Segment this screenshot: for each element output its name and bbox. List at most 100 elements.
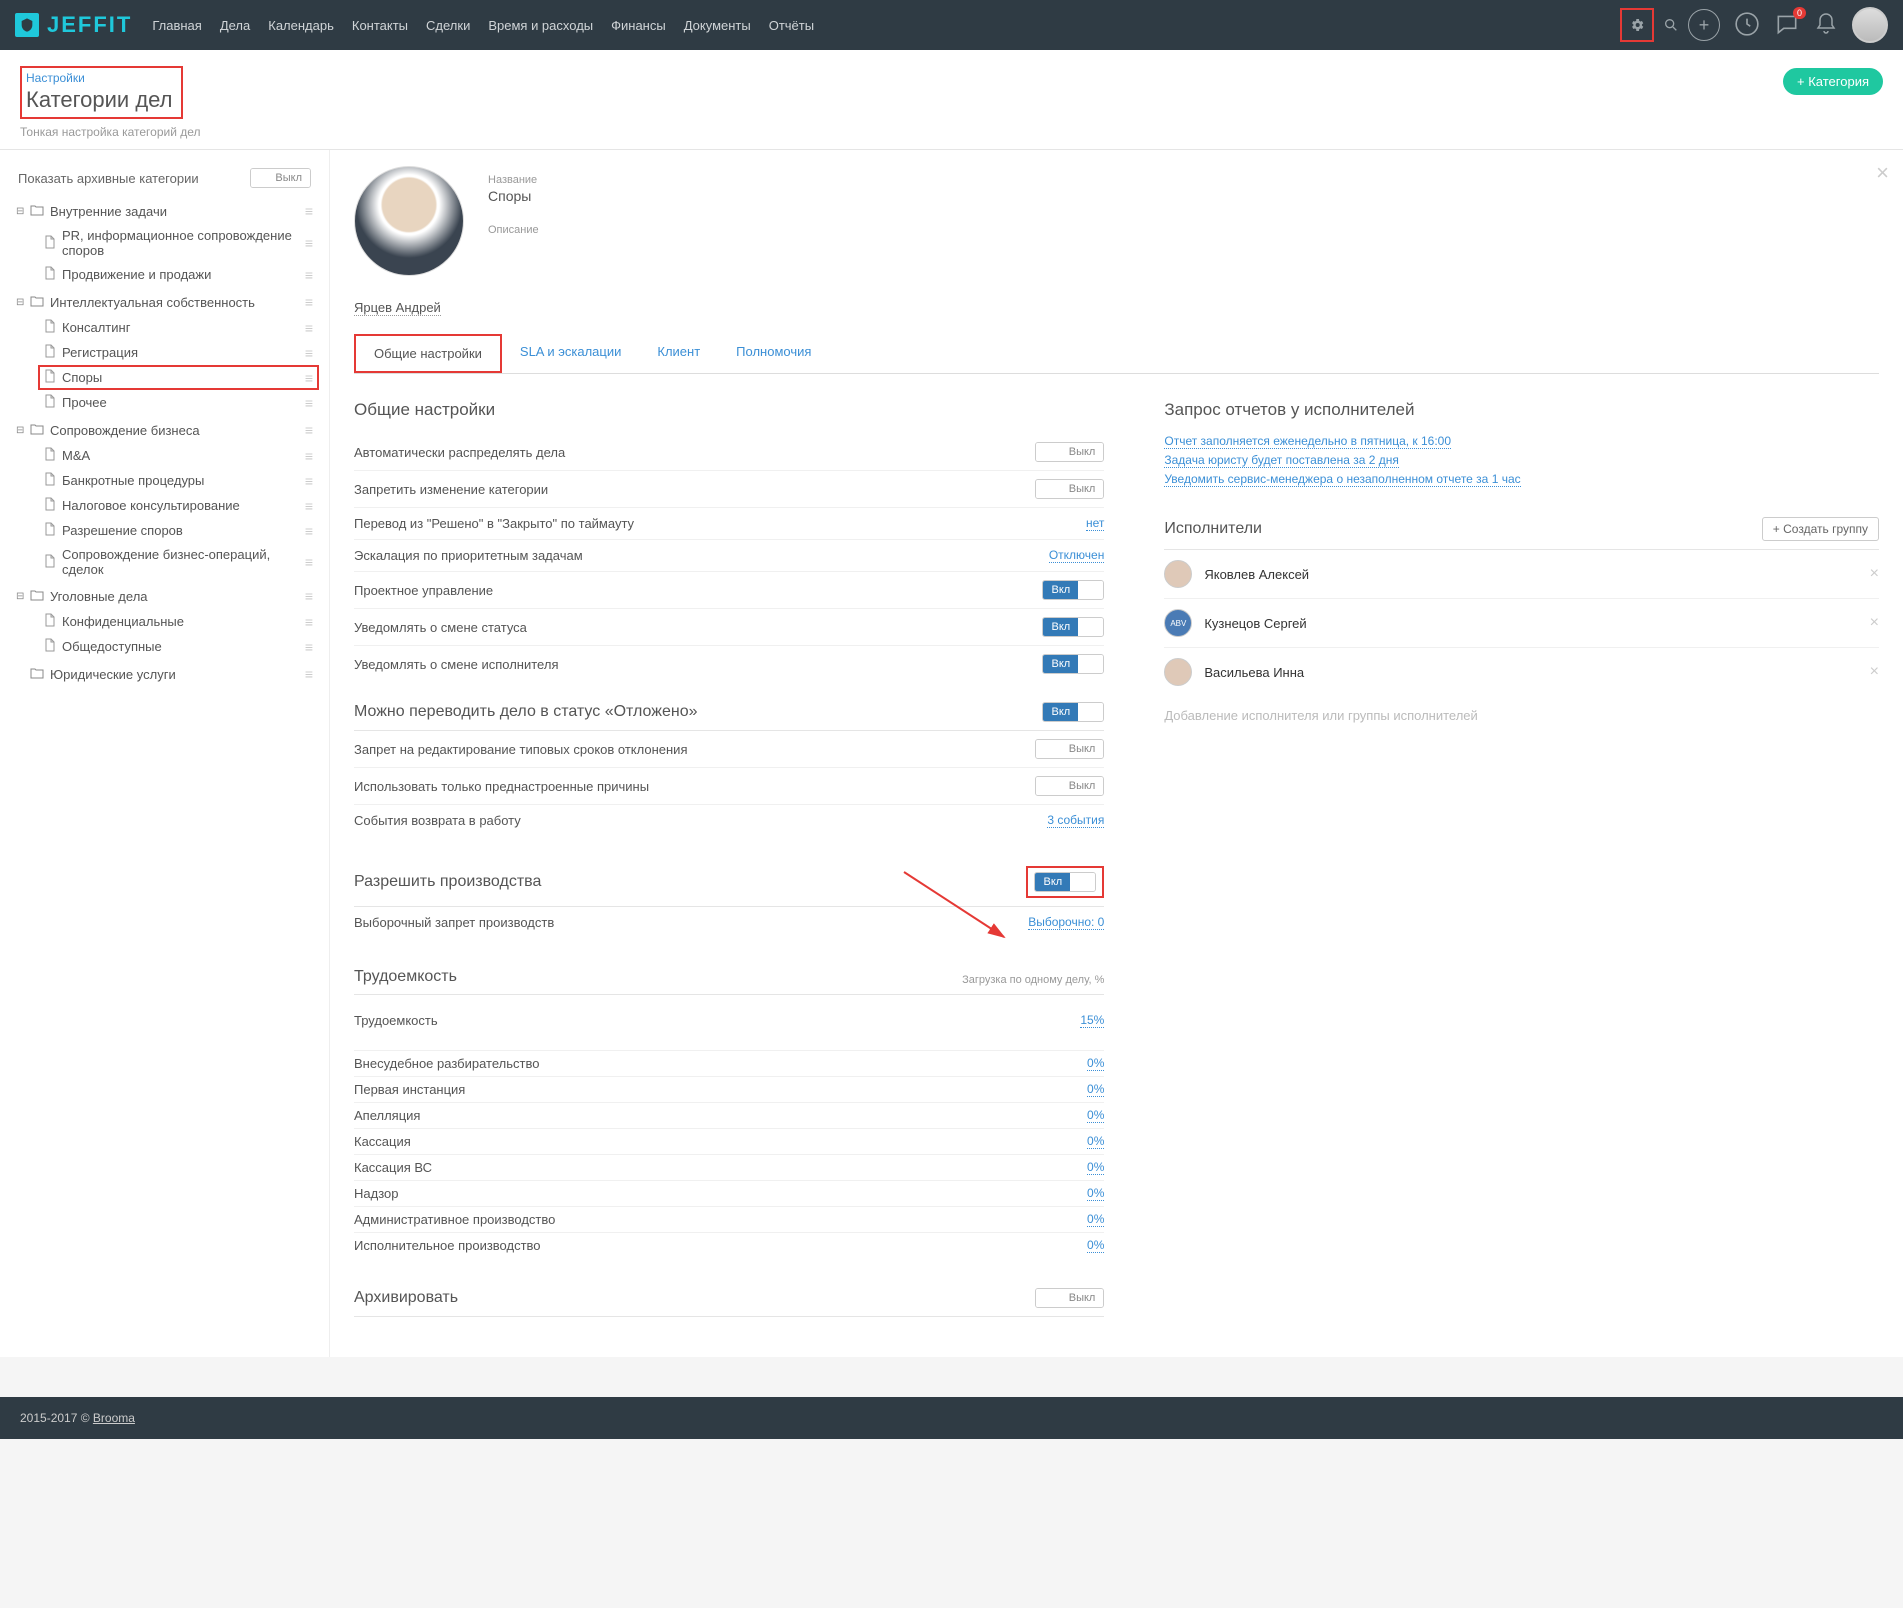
executor-add-placeholder[interactable]: Добавление исполнителя или группы исполн… bbox=[1164, 696, 1879, 735]
drag-icon[interactable]: ≡ bbox=[305, 294, 313, 310]
setting-link[interactable]: 0% bbox=[1087, 1212, 1104, 1227]
setting-link[interactable]: 0% bbox=[1087, 1186, 1104, 1201]
drag-icon[interactable]: ≡ bbox=[305, 448, 313, 464]
category-avatar[interactable] bbox=[354, 166, 464, 276]
drag-icon[interactable]: ≡ bbox=[305, 320, 313, 336]
drag-icon[interactable]: ≡ bbox=[305, 370, 313, 386]
name-value[interactable]: Споры bbox=[488, 188, 1879, 204]
nav-Финансы[interactable]: Финансы bbox=[611, 18, 666, 33]
nav-Главная[interactable]: Главная bbox=[152, 18, 201, 33]
tree-group[interactable]: ⊟Внутренние задачи≡ bbox=[10, 198, 319, 224]
setting-toggle[interactable]: Вкл bbox=[1042, 617, 1104, 637]
setting-link[interactable]: Выборочно: 0 bbox=[1028, 915, 1104, 930]
tab[interactable]: Полномочия bbox=[718, 334, 829, 373]
report-link[interactable]: Задача юристу будет поставлена за 2 дня bbox=[1164, 453, 1399, 468]
tab[interactable]: SLA и эскалации bbox=[502, 334, 639, 373]
executor-avatar[interactable] bbox=[1164, 658, 1192, 686]
executor-avatar[interactable] bbox=[1164, 560, 1192, 588]
setting-link[interactable]: 0% bbox=[1087, 1134, 1104, 1149]
nav-Время и расходы[interactable]: Время и расходы bbox=[488, 18, 593, 33]
footer-brand[interactable]: Brooma bbox=[93, 1411, 135, 1425]
drag-icon[interactable]: ≡ bbox=[305, 235, 313, 251]
search-icon[interactable] bbox=[1654, 8, 1688, 42]
postpone-toggle[interactable]: Вкл bbox=[1042, 702, 1104, 722]
remove-icon[interactable]: × bbox=[1870, 565, 1879, 583]
breadcrumb-link[interactable]: Настройки bbox=[26, 71, 85, 85]
tree-item[interactable]: Банкротные процедуры≡ bbox=[38, 468, 319, 493]
nav-Контакты[interactable]: Контакты bbox=[352, 18, 408, 33]
setting-link[interactable]: 0% bbox=[1087, 1056, 1104, 1071]
add-category-button[interactable]: + Категория bbox=[1783, 68, 1883, 95]
logo[interactable]: JEFFIT bbox=[15, 12, 132, 38]
allow-prod-toggle[interactable]: Вкл bbox=[1034, 872, 1096, 892]
setting-link[interactable]: 15% bbox=[1080, 1013, 1104, 1028]
nav-Сделки[interactable]: Сделки bbox=[426, 18, 470, 33]
setting-toggle[interactable]: Выкл bbox=[1035, 479, 1105, 499]
tree-group[interactable]: ⊟Уголовные дела≡ bbox=[10, 583, 319, 609]
bell-icon[interactable] bbox=[1814, 12, 1838, 39]
setting-link[interactable]: 0% bbox=[1087, 1082, 1104, 1097]
drag-icon[interactable]: ≡ bbox=[305, 666, 313, 682]
drag-icon[interactable]: ≡ bbox=[305, 473, 313, 489]
user-avatar[interactable] bbox=[1852, 7, 1888, 43]
tree-item[interactable]: PR, информационное сопровождение споров≡ bbox=[38, 224, 319, 262]
tree-item[interactable]: Прочее≡ bbox=[38, 390, 319, 415]
doc-icon bbox=[44, 344, 56, 361]
tree-item[interactable]: Регистрация≡ bbox=[38, 340, 319, 365]
drag-icon[interactable]: ≡ bbox=[305, 498, 313, 514]
drag-icon[interactable]: ≡ bbox=[305, 523, 313, 539]
nav-Отчёты[interactable]: Отчёты bbox=[769, 18, 814, 33]
drag-icon[interactable]: ≡ bbox=[305, 639, 313, 655]
remove-icon[interactable]: × bbox=[1870, 614, 1879, 632]
settings-icon[interactable] bbox=[1620, 8, 1654, 42]
tree-group[interactable]: Юридические услуги≡ bbox=[10, 661, 319, 687]
close-icon[interactable]: × bbox=[1876, 160, 1889, 186]
owner-name[interactable]: Ярцев Андрей bbox=[354, 300, 441, 316]
setting-link[interactable]: 3 события bbox=[1047, 813, 1104, 828]
add-icon[interactable]: + bbox=[1688, 9, 1720, 41]
nav-Дела[interactable]: Дела bbox=[220, 18, 250, 33]
tab[interactable]: Общие настройки bbox=[356, 336, 500, 371]
drag-icon[interactable]: ≡ bbox=[305, 203, 313, 219]
remove-icon[interactable]: × bbox=[1870, 663, 1879, 681]
tree-item[interactable]: M&A≡ bbox=[38, 443, 319, 468]
drag-icon[interactable]: ≡ bbox=[305, 554, 313, 570]
tree-item[interactable]: Споры≡ bbox=[38, 365, 319, 390]
setting-toggle[interactable]: Вкл bbox=[1042, 580, 1104, 600]
tree-group[interactable]: ⊟Интеллектуальная собственность≡ bbox=[10, 289, 319, 315]
tree-item[interactable]: Налоговое консультирование≡ bbox=[38, 493, 319, 518]
setting-link[interactable]: 0% bbox=[1087, 1238, 1104, 1253]
setting-toggle[interactable]: Вкл bbox=[1042, 654, 1104, 674]
setting-toggle[interactable]: Выкл bbox=[1035, 776, 1105, 796]
drag-icon[interactable]: ≡ bbox=[305, 588, 313, 604]
tree-item[interactable]: Разрешение споров≡ bbox=[38, 518, 319, 543]
tree-group[interactable]: ⊟Сопровождение бизнеса≡ bbox=[10, 417, 319, 443]
tree-item[interactable]: Сопровождение бизнес-операций, сделок≡ bbox=[38, 543, 319, 581]
report-link[interactable]: Отчет заполняется еженедельно в пятница,… bbox=[1164, 434, 1451, 449]
drag-icon[interactable]: ≡ bbox=[305, 395, 313, 411]
nav-Календарь[interactable]: Календарь bbox=[268, 18, 334, 33]
setting-link[interactable]: 0% bbox=[1087, 1108, 1104, 1123]
drag-icon[interactable]: ≡ bbox=[305, 267, 313, 283]
chat-icon[interactable]: 0 bbox=[1774, 11, 1800, 40]
archive-sec-toggle[interactable]: Выкл bbox=[1035, 1288, 1105, 1308]
drag-icon[interactable]: ≡ bbox=[305, 345, 313, 361]
tree-item[interactable]: Консалтинг≡ bbox=[38, 315, 319, 340]
tree-item[interactable]: Конфиденциальные≡ bbox=[38, 609, 319, 634]
report-link[interactable]: Уведомить сервис-менеджера о незаполненн… bbox=[1164, 472, 1520, 487]
setting-link[interactable]: нет bbox=[1086, 516, 1104, 531]
executor-avatar[interactable]: ABV bbox=[1164, 609, 1192, 637]
setting-link[interactable]: Отключен bbox=[1049, 548, 1105, 563]
archive-toggle[interactable]: Выкл bbox=[250, 168, 311, 188]
tree-item[interactable]: Продвижение и продажи≡ bbox=[38, 262, 319, 287]
tree-item[interactable]: Общедоступные≡ bbox=[38, 634, 319, 659]
create-group-button[interactable]: + Создать группу bbox=[1762, 517, 1879, 541]
setting-toggle[interactable]: Выкл bbox=[1035, 739, 1105, 759]
nav-Документы[interactable]: Документы bbox=[684, 18, 751, 33]
clock-icon[interactable] bbox=[1734, 11, 1760, 40]
drag-icon[interactable]: ≡ bbox=[305, 614, 313, 630]
setting-toggle[interactable]: Выкл bbox=[1035, 442, 1105, 462]
setting-link[interactable]: 0% bbox=[1087, 1160, 1104, 1175]
drag-icon[interactable]: ≡ bbox=[305, 422, 313, 438]
tab[interactable]: Клиент bbox=[639, 334, 718, 373]
